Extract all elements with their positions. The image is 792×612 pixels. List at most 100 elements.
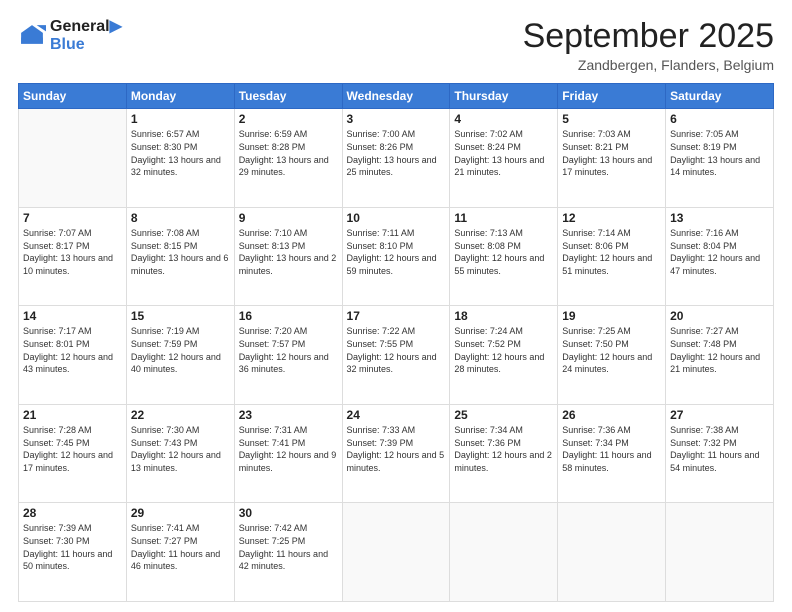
day-number: 25 <box>454 408 553 422</box>
table-row: 15 Sunrise: 7:19 AMSunset: 7:59 PMDayligh… <box>126 306 234 405</box>
col-wednesday: Wednesday <box>342 84 450 109</box>
table-row <box>450 503 558 602</box>
table-row: 27 Sunrise: 7:38 AMSunset: 7:32 PMDayligh… <box>666 404 774 503</box>
header: General▶ Blue September 2025 Zandbergen,… <box>18 18 774 73</box>
day-number: 10 <box>347 211 446 225</box>
col-monday: Monday <box>126 84 234 109</box>
calendar-table: Sunday Monday Tuesday Wednesday Thursday… <box>18 83 774 602</box>
logo: General▶ Blue <box>18 18 122 53</box>
cell-text: Sunrise: 7:31 AMSunset: 7:41 PMDaylight:… <box>239 424 338 474</box>
day-number: 1 <box>131 112 230 126</box>
col-sunday: Sunday <box>19 84 127 109</box>
table-row: 23 Sunrise: 7:31 AMSunset: 7:41 PMDayligh… <box>234 404 342 503</box>
cell-text: Sunrise: 7:34 AMSunset: 7:36 PMDaylight:… <box>454 424 553 474</box>
table-row: 3 Sunrise: 7:00 AMSunset: 8:26 PMDaylight… <box>342 109 450 208</box>
day-number: 23 <box>239 408 338 422</box>
table-row: 1 Sunrise: 6:57 AMSunset: 8:30 PMDaylight… <box>126 109 234 208</box>
day-number: 4 <box>454 112 553 126</box>
day-number: 27 <box>670 408 769 422</box>
cell-text: Sunrise: 7:20 AMSunset: 7:57 PMDaylight:… <box>239 325 338 375</box>
cell-text: Sunrise: 7:14 AMSunset: 8:06 PMDaylight:… <box>562 227 661 277</box>
cell-text: Sunrise: 7:30 AMSunset: 7:43 PMDaylight:… <box>131 424 230 474</box>
day-number: 11 <box>454 211 553 225</box>
cell-text: Sunrise: 7:08 AMSunset: 8:15 PMDaylight:… <box>131 227 230 277</box>
calendar-week-row: 14 Sunrise: 7:17 AMSunset: 8:01 PMDayligh… <box>19 306 774 405</box>
day-number: 5 <box>562 112 661 126</box>
col-thursday: Thursday <box>450 84 558 109</box>
title-block: September 2025 Zandbergen, Flanders, Bel… <box>523 18 774 73</box>
table-row: 28 Sunrise: 7:39 AMSunset: 7:30 PMDayligh… <box>19 503 127 602</box>
day-number: 20 <box>670 309 769 323</box>
day-number: 17 <box>347 309 446 323</box>
calendar-week-row: 28 Sunrise: 7:39 AMSunset: 7:30 PMDayligh… <box>19 503 774 602</box>
table-row: 17 Sunrise: 7:22 AMSunset: 7:55 PMDayligh… <box>342 306 450 405</box>
page: General▶ Blue September 2025 Zandbergen,… <box>0 0 792 612</box>
table-row <box>342 503 450 602</box>
day-number: 7 <box>23 211 122 225</box>
table-row: 5 Sunrise: 7:03 AMSunset: 8:21 PMDaylight… <box>558 109 666 208</box>
logo-text: General▶ Blue <box>50 18 122 53</box>
cell-text: Sunrise: 7:38 AMSunset: 7:32 PMDaylight:… <box>670 424 769 474</box>
day-number: 8 <box>131 211 230 225</box>
calendar-header-row: Sunday Monday Tuesday Wednesday Thursday… <box>19 84 774 109</box>
cell-text: Sunrise: 7:39 AMSunset: 7:30 PMDaylight:… <box>23 522 122 572</box>
day-number: 21 <box>23 408 122 422</box>
cell-text: Sunrise: 7:24 AMSunset: 7:52 PMDaylight:… <box>454 325 553 375</box>
table-row: 10 Sunrise: 7:11 AMSunset: 8:10 PMDayligh… <box>342 207 450 306</box>
table-row: 13Sunrise: 7:16 AMSunset: 8:04 PMDayligh… <box>666 207 774 306</box>
table-row: 16 Sunrise: 7:20 AMSunset: 7:57 PMDayligh… <box>234 306 342 405</box>
day-number: 19 <box>562 309 661 323</box>
cell-text: Sunrise: 7:10 AMSunset: 8:13 PMDaylight:… <box>239 227 338 277</box>
cell-text: Sunrise: 7:13 AMSunset: 8:08 PMDaylight:… <box>454 227 553 277</box>
cell-text: Sunrise: 7:03 AMSunset: 8:21 PMDaylight:… <box>562 128 661 178</box>
col-saturday: Saturday <box>666 84 774 109</box>
cell-text: Sunrise: 7:19 AMSunset: 7:59 PMDaylight:… <box>131 325 230 375</box>
calendar-week-row: 21 Sunrise: 7:28 AMSunset: 7:45 PMDayligh… <box>19 404 774 503</box>
table-row: 2Sunrise: 6:59 AMSunset: 8:28 PMDaylight… <box>234 109 342 208</box>
cell-text: Sunrise: 7:16 AMSunset: 8:04 PMDaylight:… <box>670 227 769 277</box>
table-row: 20Sunrise: 7:27 AMSunset: 7:48 PMDayligh… <box>666 306 774 405</box>
table-row: 30Sunrise: 7:42 AMSunset: 7:25 PMDayligh… <box>234 503 342 602</box>
col-friday: Friday <box>558 84 666 109</box>
cell-text: Sunrise: 7:11 AMSunset: 8:10 PMDaylight:… <box>347 227 446 277</box>
cell-text: Sunrise: 7:28 AMSunset: 7:45 PMDaylight:… <box>23 424 122 474</box>
subtitle: Zandbergen, Flanders, Belgium <box>523 57 774 73</box>
day-number: 30 <box>239 506 338 520</box>
day-number: 16 <box>239 309 338 323</box>
cell-text: Sunrise: 7:33 AMSunset: 7:39 PMDaylight:… <box>347 424 446 474</box>
main-title: September 2025 <box>523 18 774 55</box>
table-row: 22 Sunrise: 7:30 AMSunset: 7:43 PMDayligh… <box>126 404 234 503</box>
cell-text: Sunrise: 7:00 AMSunset: 8:26 PMDaylight:… <box>347 128 446 178</box>
table-row: 9 Sunrise: 7:10 AMSunset: 8:13 PMDaylight… <box>234 207 342 306</box>
table-row: 11 Sunrise: 7:13 AMSunset: 8:08 PMDayligh… <box>450 207 558 306</box>
day-number: 22 <box>131 408 230 422</box>
table-row: 21 Sunrise: 7:28 AMSunset: 7:45 PMDayligh… <box>19 404 127 503</box>
day-number: 2 <box>239 112 338 126</box>
day-number: 24 <box>347 408 446 422</box>
day-number: 9 <box>239 211 338 225</box>
calendar-week-row: 1 Sunrise: 6:57 AMSunset: 8:30 PMDaylight… <box>19 109 774 208</box>
table-row <box>666 503 774 602</box>
cell-text: Sunrise: 7:17 AMSunset: 8:01 PMDaylight:… <box>23 325 122 375</box>
cell-text: Sunrise: 7:02 AMSunset: 8:24 PMDaylight:… <box>454 128 553 178</box>
table-row: 19Sunrise: 7:25 AMSunset: 7:50 PMDayligh… <box>558 306 666 405</box>
day-number: 18 <box>454 309 553 323</box>
cell-text: Sunrise: 6:57 AMSunset: 8:30 PMDaylight:… <box>131 128 230 178</box>
cell-text: Sunrise: 7:07 AMSunset: 8:17 PMDaylight:… <box>23 227 122 277</box>
cell-text: Sunrise: 7:41 AMSunset: 7:27 PMDaylight:… <box>131 522 230 572</box>
day-number: 29 <box>131 506 230 520</box>
logo-icon <box>18 22 46 50</box>
day-number: 14 <box>23 309 122 323</box>
table-row <box>558 503 666 602</box>
day-number: 6 <box>670 112 769 126</box>
table-row: 7 Sunrise: 7:07 AMSunset: 8:17 PMDaylight… <box>19 207 127 306</box>
day-number: 3 <box>347 112 446 126</box>
day-number: 15 <box>131 309 230 323</box>
day-number: 28 <box>23 506 122 520</box>
cell-text: Sunrise: 7:22 AMSunset: 7:55 PMDaylight:… <box>347 325 446 375</box>
calendar-week-row: 7 Sunrise: 7:07 AMSunset: 8:17 PMDaylight… <box>19 207 774 306</box>
day-number: 26 <box>562 408 661 422</box>
table-row: 18 Sunrise: 7:24 AMSunset: 7:52 PMDayligh… <box>450 306 558 405</box>
col-tuesday: Tuesday <box>234 84 342 109</box>
day-number: 12 <box>562 211 661 225</box>
